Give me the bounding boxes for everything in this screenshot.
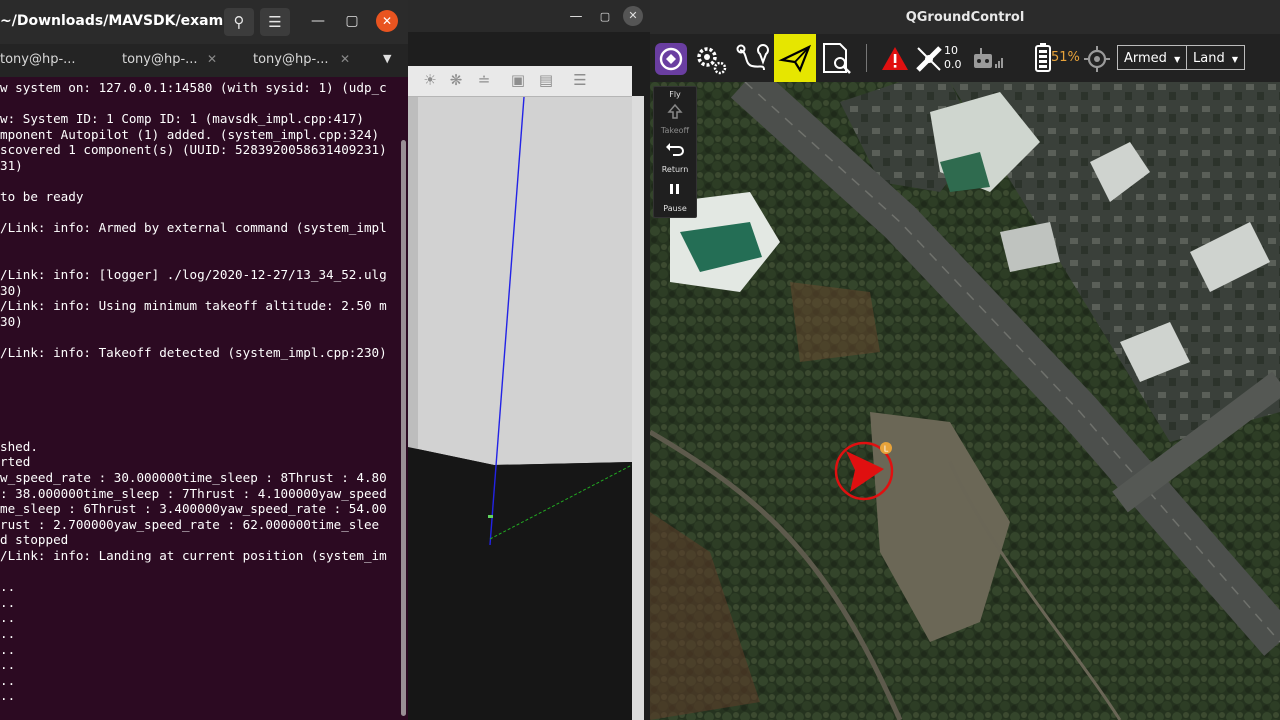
terminal-line: d stopped	[0, 532, 69, 548]
copy-icon[interactable]: ▣	[508, 70, 528, 90]
flight-mode-dropdown[interactable]: Land ▼	[1186, 45, 1245, 70]
terminal-output[interactable]: w system on: 127.0.0.1:14580 (with sysid…	[0, 80, 398, 720]
qgc-title: QGroundControl	[905, 10, 1025, 25]
terminal-window: ~/Downloads/MAVSDK/exampl... ⚲ ☰ — ▢ ✕ t…	[0, 0, 408, 720]
terminal-line: 31)	[0, 158, 23, 173]
minimize-icon[interactable]: —	[565, 6, 587, 28]
terminal-line: ..	[0, 672, 16, 688]
gazebo-window: — ▢ ✕ ☀ ❋ ≐ ▣ ▤ ☰	[408, 0, 650, 720]
qgroundcontrol-window: QGroundControl 10 0.0 51% Armed ▼ Land ▼…	[650, 0, 1280, 720]
terminal-line: me_sleep : 6Thrust : 3.400000yaw_speed_r…	[0, 501, 387, 517]
satellite-gps-icon[interactable]	[910, 38, 948, 78]
terminal-line: w: System ID: 1 Comp ID: 1 (mavsdk_impl.…	[0, 111, 364, 127]
minimize-icon[interactable]: —	[307, 10, 329, 32]
chevron-down-icon: ▼	[1231, 55, 1238, 64]
chevron-down-icon: ▼	[1174, 55, 1181, 64]
gazebo-scrollbar[interactable]	[632, 96, 644, 720]
terminal-line: ..	[0, 641, 16, 657]
fly-view-tab[interactable]	[774, 34, 816, 82]
terminal-line: ..	[0, 594, 16, 610]
armed-status-dropdown[interactable]: Armed ▼	[1117, 45, 1188, 70]
pause-label[interactable]: Pause	[654, 204, 696, 213]
gps-hdop: 0.0	[944, 58, 962, 71]
pause-icon[interactable]	[665, 180, 685, 200]
terminal-title: ~/Downloads/MAVSDK/exampl...	[0, 13, 254, 29]
tab-close-icon[interactable]: ✕	[340, 52, 350, 66]
analyze-document-icon[interactable]	[818, 38, 856, 78]
terminal-line: /Link: info: Using minimum takeoff altit…	[0, 298, 387, 314]
paste-icon[interactable]: ▤	[536, 70, 556, 90]
terminal-line: ..	[0, 657, 16, 673]
terminal-line: ..	[0, 688, 16, 704]
maximize-icon[interactable]: ▢	[341, 10, 363, 32]
sun-light-icon[interactable]: ☀	[420, 70, 440, 90]
point-light-icon[interactable]: ❋	[446, 70, 466, 90]
qgc-titlebar[interactable]: QGroundControl	[650, 0, 1280, 34]
takeoff-icon[interactable]	[665, 102, 685, 122]
terminal-line: ..	[0, 626, 16, 641]
satellite-map[interactable]: L	[650, 82, 1280, 720]
terminal-line: /Link: info: Armed by external command (…	[0, 220, 387, 236]
gps-crosshair-icon[interactable]	[1078, 38, 1116, 78]
qgc-toolbar: 10 0.0 51% Armed ▼ Land ▼	[650, 34, 1280, 82]
terminal-line: w system on: 127.0.0.1:14580 (with sysid…	[0, 80, 387, 95]
tab-terminal-2[interactable]: tony@hp-...	[122, 52, 198, 67]
toolbar-divider	[866, 44, 867, 72]
rc-transmitter-icon[interactable]	[968, 38, 1006, 78]
qgc-logo-icon[interactable]	[652, 38, 690, 78]
satellite-count: 10	[944, 44, 958, 57]
terminal-line: /Link: info: [logger] ./log/2020-12-27/1…	[0, 267, 387, 283]
return-label[interactable]: Return	[654, 165, 696, 174]
tab-close-icon[interactable]: ✕	[207, 52, 217, 66]
armed-status-label: Armed	[1124, 51, 1167, 66]
battery-percentage: 51%	[1051, 50, 1080, 65]
return-home-icon[interactable]	[665, 141, 685, 161]
terminal-line: rust : 2.700000yaw_speed_rate : 62.00000…	[0, 516, 380, 532]
terminal-line: /Link: info: Landing at current position…	[0, 548, 387, 563]
terminal-line: ..	[0, 579, 16, 595]
maximize-icon[interactable]: ▢	[594, 6, 616, 28]
tabs-dropdown-icon[interactable]: ▼	[383, 52, 391, 65]
tab-terminal-1[interactable]: tony@hp-...	[0, 52, 76, 67]
search-icon[interactable]: ⚲	[224, 8, 254, 36]
close-icon[interactable]: ✕	[376, 10, 398, 32]
spot-light-icon[interactable]: ≐	[474, 70, 494, 90]
align-icon[interactable]: ☰	[570, 70, 590, 90]
fly-label: Fly	[669, 90, 681, 99]
terminal-line: rted	[0, 454, 31, 470]
gazebo-3d-viewport[interactable]	[408, 97, 632, 720]
terminal-line: /Link: info: Takeoff detected (system_im…	[0, 345, 387, 361]
terminal-line: to be ready	[0, 189, 84, 205]
flight-mode-label: Land	[1193, 51, 1225, 66]
plan-waypoints-icon[interactable]	[734, 38, 772, 78]
fly-tools-panel: Fly Takeoff Return Pause	[653, 86, 697, 218]
paper-plane-icon	[778, 44, 812, 73]
terminal-line: w_speed_rate : 30.000000time_sleep : 8Th…	[0, 470, 387, 485]
takeoff-label[interactable]: Takeoff	[654, 126, 696, 135]
vehicle-setup-gears-icon[interactable]	[692, 38, 730, 78]
terminal-line: scovered 1 component(s) (UUID: 528392005…	[0, 142, 387, 158]
terminal-line: : 38.000000time_sleep : 7Thrust : 4.1000…	[0, 485, 387, 501]
hamburger-menu-icon[interactable]: ☰	[260, 8, 290, 36]
close-icon[interactable]: ✕	[623, 6, 643, 26]
terminal-line: mponent Autopilot (1) added. (system_imp…	[0, 126, 380, 142]
terminal-tab-bar: tony@hp-... tony@hp-... ✕ tony@hp-... ✕ …	[0, 44, 408, 77]
gazebo-titlebar[interactable]: — ▢ ✕	[408, 0, 650, 32]
terminal-line: ..	[0, 610, 16, 626]
tab-terminal-3[interactable]: tony@hp-...	[253, 52, 329, 67]
terminal-scrollbar[interactable]	[401, 140, 406, 716]
terminal-titlebar[interactable]: ~/Downloads/MAVSDK/exampl... ⚲ ☰ — ▢ ✕	[0, 0, 408, 44]
terminal-line: shed.	[0, 438, 38, 454]
terminal-line: 30)	[0, 282, 23, 298]
warning-triangle-icon[interactable]	[876, 38, 914, 78]
terminal-line: 30)	[0, 314, 23, 329]
gazebo-toolbar: ☀ ❋ ≐ ▣ ▤ ☰	[408, 66, 632, 97]
land-marker-label: L	[884, 445, 889, 454]
